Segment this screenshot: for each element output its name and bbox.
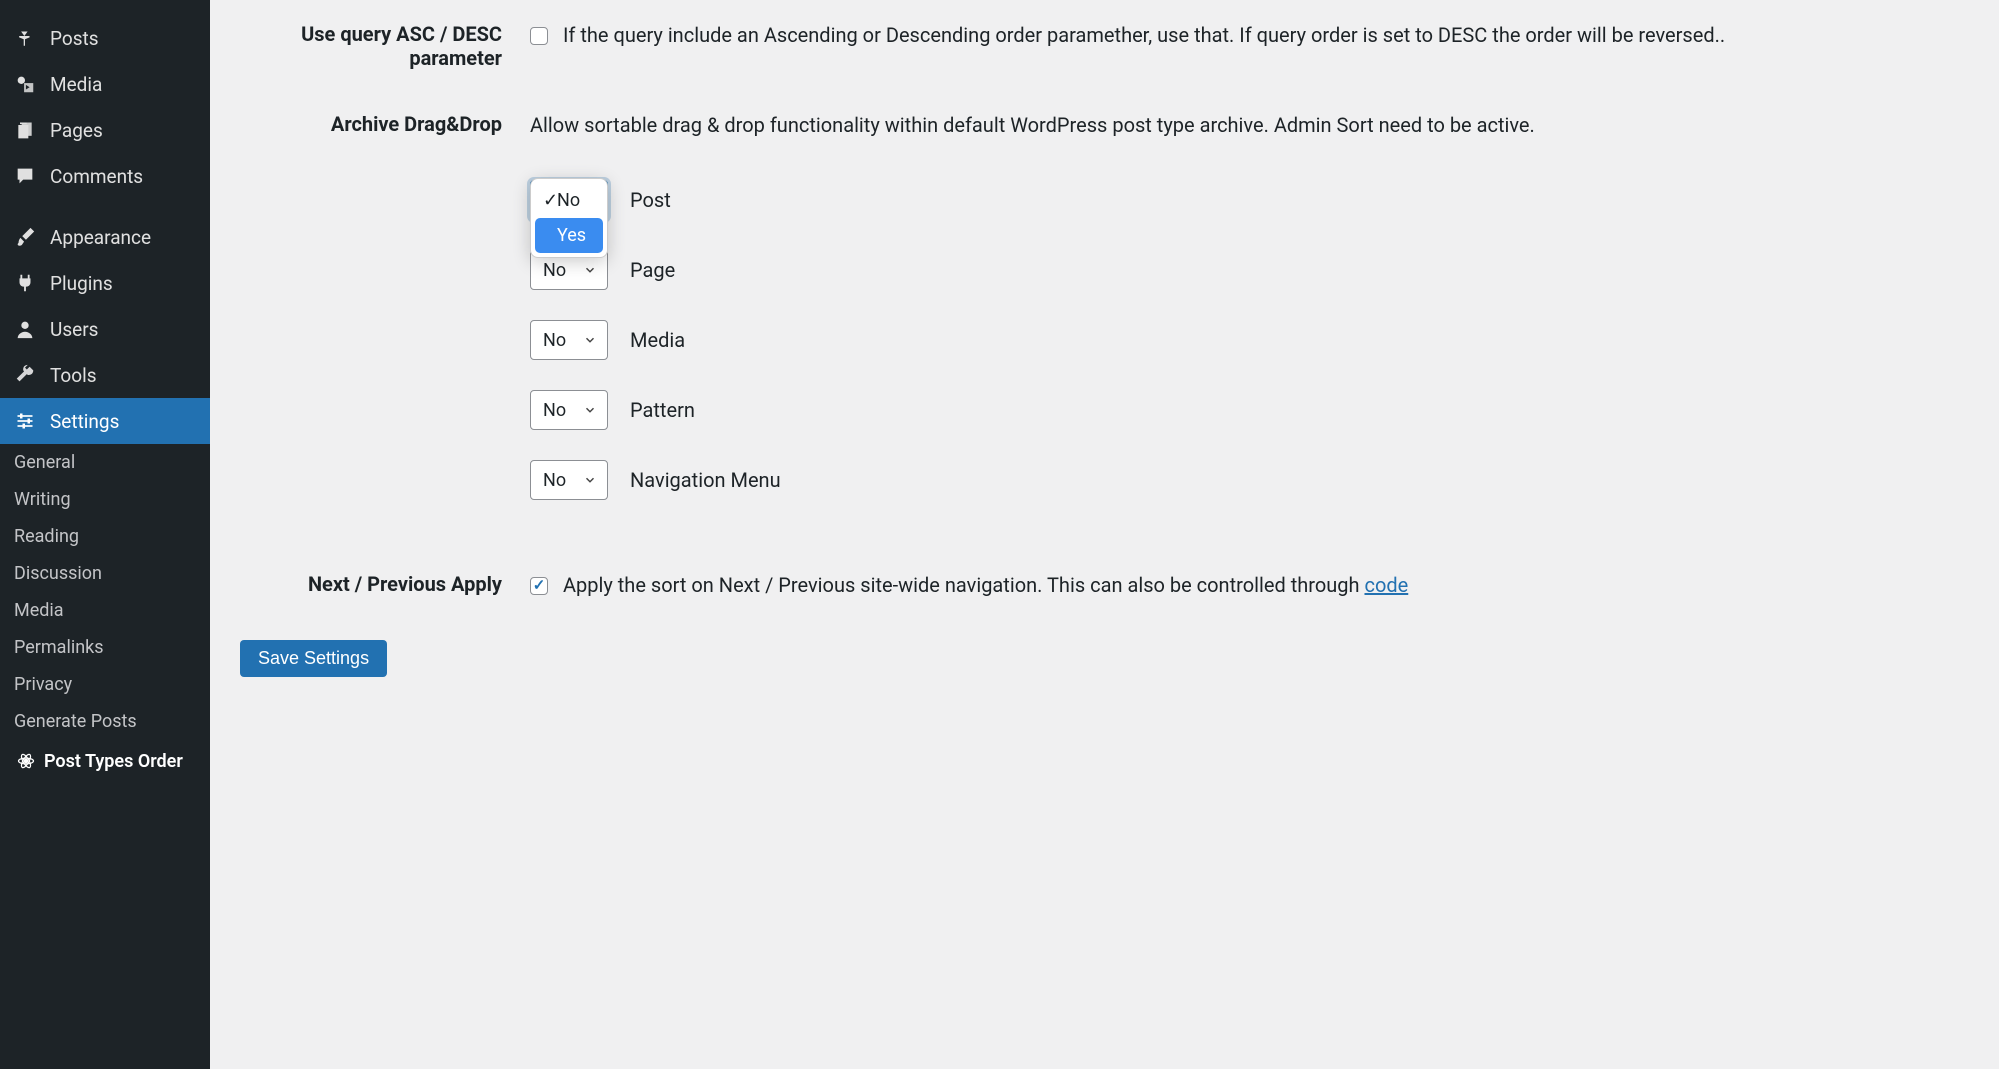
menu-posts[interactable]: Posts (0, 15, 210, 61)
link-code[interactable]: code (1364, 573, 1408, 597)
menu-comments[interactable]: Comments (0, 153, 210, 199)
pin-icon (12, 25, 38, 51)
archive-post-label: Post (630, 185, 671, 215)
menu-plugins-label: Plugins (50, 272, 113, 295)
chevron-down-icon (583, 473, 597, 487)
dropdown-option-no[interactable]: ✓No (535, 183, 603, 218)
menu-appearance[interactable]: Appearance (0, 214, 210, 260)
subitem-general[interactable]: General (0, 444, 210, 481)
checkbox-query-param[interactable] (530, 27, 548, 45)
subitem-post-types-order-label: Post Types Order (44, 751, 183, 772)
desc-archive-dd: Allow sortable drag & drop functionality… (530, 110, 1969, 140)
chevron-down-icon (583, 403, 597, 417)
select-archive-page-value: No (543, 257, 566, 284)
subitem-discussion[interactable]: Discussion (0, 555, 210, 592)
menu-appearance-label: Appearance (50, 226, 151, 249)
select-archive-media-value: No (543, 327, 566, 354)
menu-tools[interactable]: Tools (0, 352, 210, 398)
checkbox-nextprev[interactable] (530, 577, 548, 595)
menu-settings[interactable]: Settings (0, 398, 210, 444)
menu-users-label: Users (50, 318, 98, 341)
select-archive-pattern-value: No (543, 397, 566, 424)
archive-nav-menu-label: Navigation Menu (630, 465, 781, 495)
menu-tools-label: Tools (50, 364, 97, 387)
archive-pattern-label: Pattern (630, 395, 695, 425)
select-archive-media[interactable]: No (530, 320, 608, 360)
menu-media-label: Media (50, 73, 102, 96)
subitem-media[interactable]: Media (0, 592, 210, 629)
menu-media[interactable]: Media (0, 61, 210, 107)
subitem-permalinks[interactable]: Permalinks (0, 629, 210, 666)
subitem-reading[interactable]: Reading (0, 518, 210, 555)
chevron-down-icon (583, 333, 597, 347)
desc-nextprev: Apply the sort on Next / Previous site-w… (563, 573, 1365, 597)
menu-plugins[interactable]: Plugins (0, 260, 210, 306)
select-archive-nav-menu-value: No (543, 467, 566, 494)
subitem-privacy[interactable]: Privacy (0, 666, 210, 703)
pages-icon (12, 117, 38, 143)
menu-pages[interactable]: Pages (0, 107, 210, 153)
label-nextprev: Next / Previous Apply (240, 570, 530, 600)
subitem-generate-posts[interactable]: Generate Posts (0, 703, 210, 740)
plug-icon (12, 270, 38, 296)
comments-icon (12, 163, 38, 189)
menu-settings-label: Settings (50, 410, 119, 433)
subitem-post-types-order[interactable]: Post Types Order (0, 740, 210, 782)
wrench-icon (12, 362, 38, 388)
chevron-down-icon (583, 263, 597, 277)
menu-comments-label: Comments (50, 165, 143, 188)
admin-sidebar: Posts Media Pages Comments Appearance Pl… (0, 0, 210, 1069)
archive-media-label: Media (630, 325, 685, 355)
subitem-writing[interactable]: Writing (0, 481, 210, 518)
label-archive-dd: Archive Drag&Drop (240, 110, 530, 530)
menu-posts-label: Posts (50, 27, 99, 50)
brush-icon (12, 224, 38, 250)
media-icon (12, 71, 38, 97)
dropdown-option-yes[interactable]: Yes (535, 218, 603, 253)
desc-query-param: If the query include an Ascending or Des… (563, 23, 1725, 47)
settings-content: Use query ASC / DESC parameter If the qu… (210, 0, 1999, 1069)
settings-submenu: General Writing Reading Discussion Media… (0, 444, 210, 782)
select-archive-post-dropdown: ✓No Yes (530, 178, 608, 258)
archive-page-label: Page (630, 255, 675, 285)
sliders-icon (12, 408, 38, 434)
select-archive-pattern[interactable]: No (530, 390, 608, 430)
save-settings-button[interactable]: Save Settings (240, 640, 387, 677)
atom-icon (14, 748, 38, 774)
user-icon (12, 316, 38, 342)
select-archive-nav-menu[interactable]: No (530, 460, 608, 500)
menu-pages-label: Pages (50, 119, 103, 142)
menu-users[interactable]: Users (0, 306, 210, 352)
label-query-param: Use query ASC / DESC parameter (240, 20, 530, 70)
